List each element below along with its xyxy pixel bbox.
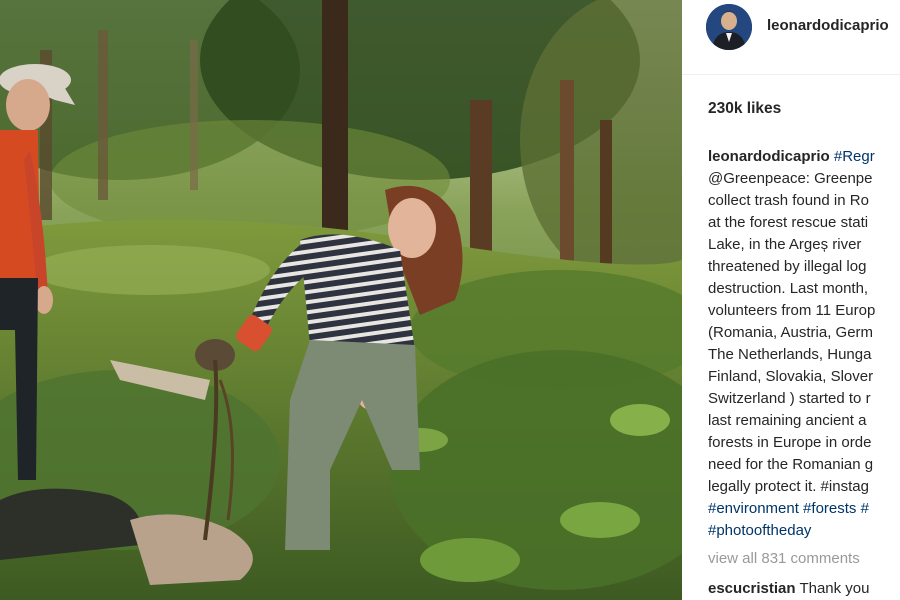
caption-line: forests in Europe in orde [708, 434, 872, 451]
profile-avatar-icon [706, 4, 752, 50]
forest-photo-illustration [0, 0, 682, 600]
post-header: leonardodicaprio [682, 0, 900, 75]
comment-text: Thank you [799, 580, 870, 597]
caption-first-line: leonardodicaprio #Regr [708, 146, 900, 168]
caption-username[interactable]: leonardodicaprio [708, 148, 830, 165]
caption-hashtag[interactable]: #Regr [834, 148, 875, 165]
caption-line: Switzerland ) started to r [708, 390, 871, 407]
caption-line: collect trash found in Ro [708, 192, 869, 209]
caption-line: (Romania, Austria, Germ [708, 324, 874, 341]
likes-count[interactable]: 230k likes [708, 100, 781, 118]
post-sidebar: leonardodicaprio 230k likes leonardodica… [682, 0, 900, 600]
view-all-comments-link[interactable]: view all 831 comments [708, 550, 860, 567]
caption-line: @Greenpeace: Greenpe [708, 170, 873, 187]
caption-line: The Netherlands, Hunga [708, 346, 872, 363]
comment-item: escucristian Thank you [708, 580, 870, 597]
caption-line: at the forest rescue stati [708, 214, 869, 231]
caption-line: legally protect it. #instag [708, 478, 869, 495]
caption-line: last remaining ancient a [708, 412, 867, 429]
caption-line: destruction. Last month, [708, 280, 869, 297]
comment-username[interactable]: escucristian [708, 580, 796, 597]
caption-line: Lake, in the Argeș river [708, 236, 862, 253]
caption-line: need for the Romanian g [708, 456, 874, 473]
post-username[interactable]: leonardodicaprio [767, 17, 889, 34]
caption-line: threatened by illegal log [708, 258, 867, 275]
post-caption: leonardodicaprio #Regr @Greenpeace: Gree… [708, 146, 900, 542]
caption-hashtags[interactable]: #environment #forests # [708, 498, 900, 520]
avatar[interactable] [706, 4, 752, 50]
caption-line: volunteers from 11 Europ [708, 302, 876, 319]
caption-line: Finland, Slovakia, Slover [708, 368, 874, 385]
caption-hashtag-last[interactable]: #photooftheday [708, 520, 900, 542]
post-photo[interactable] [0, 0, 682, 600]
